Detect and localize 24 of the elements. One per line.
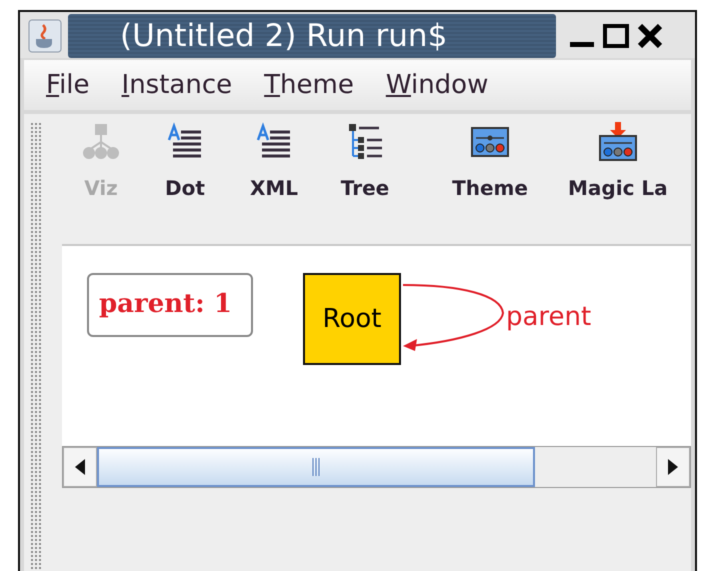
scroll-right-button[interactable]: [656, 447, 690, 487]
hierarchy-icon: [81, 122, 121, 162]
left-triangle-icon: [75, 459, 85, 475]
horizontal-scrollbar[interactable]: [62, 446, 691, 488]
menu-item[interactable]: Instance: [122, 70, 232, 100]
label-box: parent: 1: [87, 273, 253, 337]
scroll-thumb[interactable]: [97, 447, 535, 487]
toolbar-button[interactable]: Dot: [140, 122, 230, 200]
toolbar-button[interactable]: Tree: [318, 122, 412, 200]
menu-item[interactable]: Theme: [264, 70, 354, 100]
palette-arrow-icon: [598, 122, 638, 162]
menu-item[interactable]: Window: [386, 70, 488, 100]
maximize-icon[interactable]: [602, 22, 630, 50]
window-title: (Untitled 2) Run run$: [68, 14, 556, 58]
menu-item[interactable]: File: [46, 70, 90, 100]
toolbar-button[interactable]: XML: [230, 122, 318, 200]
close-icon[interactable]: [636, 22, 664, 50]
graph-node: Root: [303, 273, 401, 365]
java-cup-icon: [28, 19, 62, 53]
toolbar-button[interactable]: Magic La: [560, 122, 668, 200]
scroll-left-button[interactable]: [63, 447, 97, 487]
toolbar-button[interactable]: Theme: [420, 122, 560, 200]
edge-label: parent: [506, 302, 592, 332]
right-triangle-icon: [668, 459, 678, 475]
